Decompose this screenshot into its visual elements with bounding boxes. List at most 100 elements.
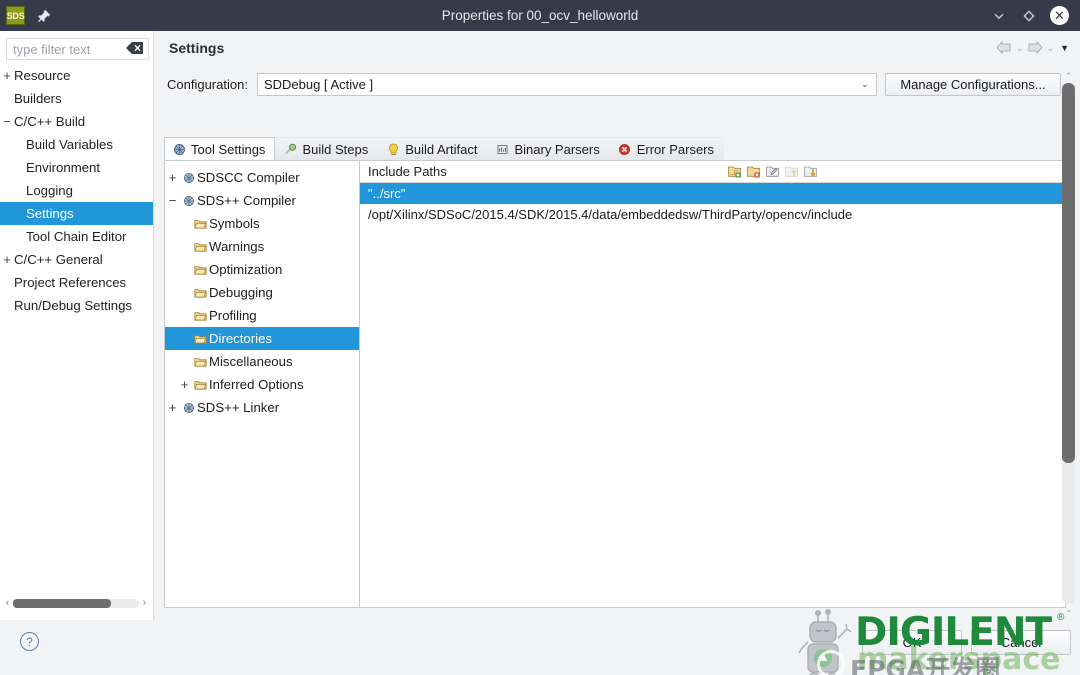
chevron-down-icon[interactable]: ⌄: [854, 74, 876, 95]
forward-history-chevron-down-icon[interactable]: ⌄: [1047, 43, 1055, 54]
tab-label: Error Parsers: [636, 141, 715, 157]
tree-expander[interactable]: −: [0, 114, 14, 129]
app-icon: SDS: [6, 6, 25, 25]
configuration-select[interactable]: SDDebug [ Active ] ⌄: [256, 72, 877, 96]
tree-expander[interactable]: −: [165, 193, 180, 208]
tool-tree-item[interactable]: Symbols: [165, 212, 359, 235]
maximize-button[interactable]: [1020, 7, 1037, 24]
tab-binary-parsers[interactable]: Binary Parsers: [487, 137, 610, 160]
include-path-row[interactable]: /opt/Xilinx/SDSoC/2015.4/SDK/2015.4/data…: [360, 204, 1065, 225]
tool-tree-label: Optimization: [209, 262, 283, 277]
tree-horizontal-scrollbar[interactable]: ‹ ›: [2, 596, 150, 610]
move-down-icon[interactable]: [803, 164, 818, 179]
view-menu-icon[interactable]: ▼: [1060, 43, 1069, 53]
tree-item[interactable]: Project References: [0, 271, 153, 294]
tree-item[interactable]: Run/Debug Settings: [0, 294, 153, 317]
scrollbar-track[interactable]: [13, 598, 139, 608]
tool-tree-label: Miscellaneous: [209, 354, 293, 369]
tab-error-parsers[interactable]: Error Parsers: [609, 137, 725, 160]
scroll-down-arrow[interactable]: ⌄: [1062, 604, 1075, 616]
window-title: Properties for 00_ocv_helloworld: [441, 8, 639, 23]
tree-item[interactable]: Builders: [0, 87, 153, 110]
tool-tree-label: Inferred Options: [209, 377, 304, 392]
folder-icon: [192, 333, 209, 345]
folder-icon: [192, 310, 209, 322]
settings-tree[interactable]: + Resource Builders − C/C++ Build Build …: [0, 64, 153, 604]
sidebar-item-settings[interactable]: Settings: [0, 202, 153, 225]
tree-item-label: Builders: [14, 91, 62, 106]
tree-item[interactable]: + C/C++ General: [0, 248, 153, 271]
scrollbar-thumb[interactable]: [1062, 83, 1075, 463]
close-button[interactable]: ✕: [1050, 6, 1069, 25]
page-title: Settings: [169, 40, 225, 56]
filter-input[interactable]: type filter text: [7, 42, 125, 57]
arrow-left-icon[interactable]: [996, 40, 1013, 56]
back-history-chevron-down-icon[interactable]: ⌄: [1016, 43, 1024, 54]
scroll-up-arrow[interactable]: ⌃: [1062, 71, 1075, 83]
tool-tree-label: SDS++ Linker: [197, 400, 280, 415]
tree-expander[interactable]: +: [177, 377, 192, 392]
tool-tree-item[interactable]: + SDS++ Linker: [165, 396, 359, 419]
tree-item[interactable]: + Resource: [0, 64, 153, 87]
include-path-value: "../src": [368, 186, 406, 201]
tree-item[interactable]: Logging: [0, 179, 153, 202]
tree-item[interactable]: Tool Chain Editor: [0, 225, 153, 248]
tree-item-label: Run/Debug Settings: [14, 298, 133, 313]
tool-tree-item[interactable]: Miscellaneous: [165, 350, 359, 373]
tree-item-label: Resource: [14, 68, 71, 83]
tree-item[interactable]: Environment: [0, 156, 153, 179]
compiler-icon: [180, 172, 197, 184]
tool-tree[interactable]: + SDSCC Compiler − SDS++ Compiler Symbol…: [165, 161, 360, 607]
tool-tree-item[interactable]: − SDS++ Compiler: [165, 189, 359, 212]
move-up-icon[interactable]: [784, 164, 799, 179]
configuration-row: Configuration: SDDebug [ Active ] ⌄ Mana…: [167, 69, 1067, 99]
tab-bar: Tool Settings Build Steps Build Artifact…: [164, 137, 1066, 161]
tool-tree-item[interactable]: + SDSCC Compiler: [165, 166, 359, 189]
binary-parsers-icon: [495, 142, 509, 156]
edit-include-path-icon[interactable]: [765, 164, 780, 179]
arrow-right-icon[interactable]: [1027, 40, 1044, 56]
include-paths-toolbar: [727, 164, 1065, 179]
add-include-path-icon[interactable]: [727, 164, 742, 179]
tree-item[interactable]: − C/C++ Build: [0, 110, 153, 133]
scroll-right-arrow[interactable]: ›: [139, 597, 150, 609]
tree-item-label: Tool Chain Editor: [26, 229, 127, 244]
delete-include-path-icon[interactable]: [746, 164, 761, 179]
tree-item-label: Build Variables: [26, 137, 113, 152]
tool-tree-item-directories[interactable]: Directories: [165, 327, 359, 350]
tab-label: Binary Parsers: [514, 141, 600, 157]
dialog-body: type filter text + Resource Builders − C…: [0, 31, 1080, 675]
scroll-left-arrow[interactable]: ‹: [2, 597, 13, 609]
tool-settings-panel: + SDSCC Compiler − SDS++ Compiler Symbol…: [164, 161, 1066, 608]
page-vertical-scrollbar[interactable]: ⌃ ⌄: [1062, 71, 1075, 616]
include-path-row[interactable]: "../src": [360, 183, 1065, 204]
tree-expander[interactable]: +: [165, 170, 180, 185]
scrollbar-track[interactable]: [1062, 83, 1075, 604]
tree-item[interactable]: Build Variables: [0, 133, 153, 156]
scrollbar-thumb[interactable]: [13, 598, 112, 608]
settings-page: Settings ⌄ ⌄ ▼ Configuration: SDDebug […: [154, 31, 1080, 620]
tool-tree-item[interactable]: + Inferred Options: [165, 373, 359, 396]
manage-configurations-button[interactable]: Manage Configurations...: [884, 72, 1061, 96]
tab-build-steps[interactable]: Build Steps: [275, 137, 379, 160]
ok-button[interactable]: OK: [862, 630, 962, 655]
help-icon[interactable]: ?: [20, 632, 39, 651]
tree-expander[interactable]: +: [165, 400, 180, 415]
tool-tree-item[interactable]: Optimization: [165, 258, 359, 281]
tree-expander[interactable]: +: [0, 252, 14, 267]
folder-icon: [192, 379, 209, 391]
pin-icon[interactable]: [36, 8, 52, 24]
tab-tool-settings[interactable]: Tool Settings: [164, 137, 276, 160]
tree-expander[interactable]: +: [0, 68, 14, 83]
clear-icon[interactable]: [125, 41, 145, 57]
filter-box[interactable]: type filter text: [6, 38, 149, 60]
minimize-button[interactable]: [990, 7, 1007, 24]
cancel-button[interactable]: Cancel: [971, 630, 1071, 655]
tool-tree-item[interactable]: Profiling: [165, 304, 359, 327]
window-controls: ✕: [990, 6, 1080, 25]
tool-settings-icon: [172, 142, 186, 156]
tab-build-artifact[interactable]: Build Artifact: [378, 137, 488, 160]
tree-item-label: Environment: [26, 160, 101, 175]
tool-tree-item[interactable]: Debugging: [165, 281, 359, 304]
tool-tree-item[interactable]: Warnings: [165, 235, 359, 258]
